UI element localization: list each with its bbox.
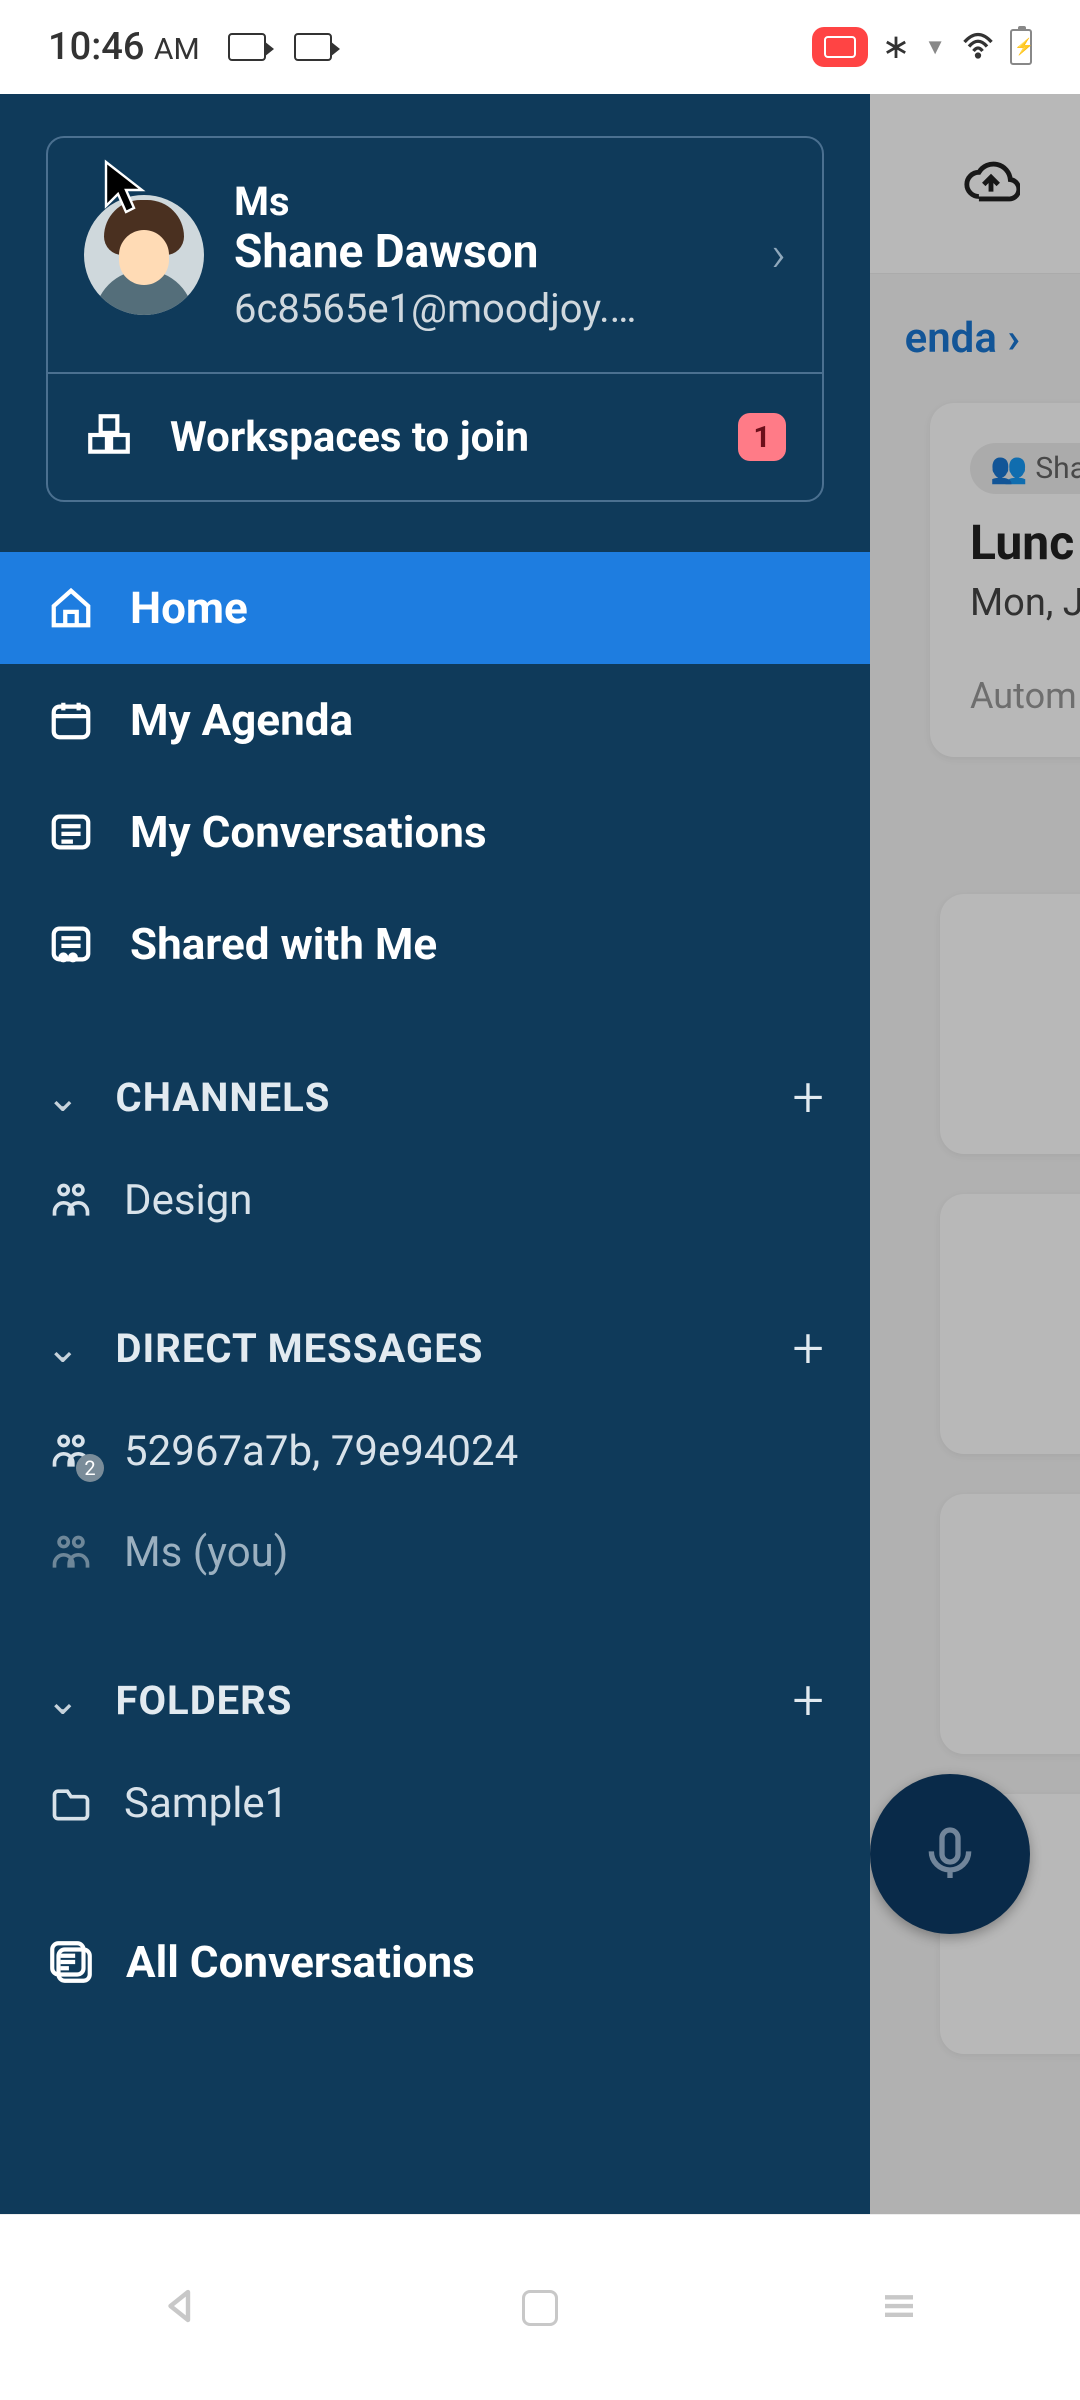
profile-block: Ms Shane Dawson 6c8565e1@moodjoy.… › Wor… xyxy=(46,136,824,502)
all-conversations-icon xyxy=(46,1937,96,1987)
nav-list: Home My Agenda My Conversations Shared w… xyxy=(0,552,870,1000)
add-channel-button[interactable]: + xyxy=(792,1064,824,1130)
home-button[interactable] xyxy=(522,2290,558,2326)
folders-header[interactable]: ⌄ FOLDERS + xyxy=(46,1647,824,1753)
nav-conversations[interactable]: My Conversations xyxy=(0,776,870,888)
profile-name: Shane Dawson xyxy=(234,225,741,279)
workspaces-label: Workspaces to join xyxy=(170,413,702,462)
channels-section: ⌄ CHANNELS + Design xyxy=(0,1044,870,1251)
folder-icon xyxy=(46,1782,96,1826)
dm-header[interactable]: ⌄ DIRECT MESSAGES + xyxy=(46,1295,824,1401)
dm-label: Ms (you) xyxy=(124,1528,288,1577)
workspaces-icon xyxy=(84,410,134,464)
nav-home-label: Home xyxy=(130,582,248,634)
conversations-icon xyxy=(46,809,96,855)
status-left: 10:46 AM xyxy=(48,25,332,69)
nav-agenda[interactable]: My Agenda xyxy=(0,664,870,776)
dm-item-0[interactable]: 2 52967a7b, 79e94024 xyxy=(46,1401,824,1502)
recent-apps-button[interactable] xyxy=(878,2285,920,2331)
status-bar: 10:46 AM ∗ ▼ xyxy=(0,0,1080,94)
dm-label: 52967a7b, 79e94024 xyxy=(124,1427,518,1476)
battery-icon xyxy=(1010,29,1032,65)
camera-icon-2 xyxy=(294,33,332,61)
chevron-down-icon: ⌄ xyxy=(46,1325,80,1372)
channels-header[interactable]: ⌄ CHANNELS + xyxy=(46,1044,824,1150)
profile-email: 6c8565e1@moodjoy.… xyxy=(234,285,741,332)
wifi-icon xyxy=(960,27,996,67)
chevron-down-icon: ⌄ xyxy=(46,1677,80,1724)
folder-label: Sample1 xyxy=(124,1779,288,1828)
navigation-drawer: Ms Shane Dawson 6c8565e1@moodjoy.… › Wor… xyxy=(0,94,870,2214)
shared-icon xyxy=(46,921,96,967)
bluetooth-icon: ∗ xyxy=(882,27,911,67)
status-time: 10:46 AM xyxy=(48,25,200,69)
system-nav-bar xyxy=(0,2214,1080,2400)
add-dm-button[interactable]: + xyxy=(792,1315,824,1381)
chevron-right-icon: › xyxy=(771,226,786,284)
nav-shared[interactable]: Shared with Me xyxy=(0,888,870,1000)
channel-label: Design xyxy=(124,1176,253,1225)
folders-section: ⌄ FOLDERS + Sample1 xyxy=(0,1647,870,1854)
dm-title: DIRECT MESSAGES xyxy=(116,1325,757,1372)
profile-info: Ms Shane Dawson 6c8565e1@moodjoy.… xyxy=(234,178,741,332)
all-conversations[interactable]: All Conversations xyxy=(0,1910,870,2014)
all-conversations-label: All Conversations xyxy=(126,1936,475,1988)
workspaces-badge: 1 xyxy=(738,413,786,461)
nav-agenda-label: My Agenda xyxy=(130,694,353,746)
dm-item-self[interactable]: Ms (you) xyxy=(46,1502,824,1603)
workspaces-button[interactable]: Workspaces to join 1 xyxy=(48,372,822,500)
dm-section: ⌄ DIRECT MESSAGES + 2 52967a7b, 79e94024… xyxy=(0,1295,870,1603)
home-icon xyxy=(46,585,96,631)
channel-item-design[interactable]: Design xyxy=(46,1150,824,1251)
time-value: 10:46 xyxy=(48,25,144,69)
camera-icon xyxy=(228,33,266,61)
people-icon xyxy=(46,1531,96,1575)
back-button[interactable] xyxy=(160,2285,202,2331)
add-folder-button[interactable]: + xyxy=(792,1667,824,1733)
profile-button[interactable]: Ms Shane Dawson 6c8565e1@moodjoy.… › xyxy=(48,138,822,372)
calendar-icon xyxy=(46,697,96,743)
dm-count-badge: 2 xyxy=(76,1454,104,1482)
screen-record-icon xyxy=(812,27,868,67)
channels-title: CHANNELS xyxy=(116,1074,757,1121)
nav-conversations-label: My Conversations xyxy=(130,806,487,858)
people-icon: 2 xyxy=(46,1430,96,1474)
status-right: ∗ ▼ xyxy=(812,27,1032,67)
nav-shared-label: Shared with Me xyxy=(130,918,437,970)
people-icon xyxy=(46,1179,96,1223)
folder-item-0[interactable]: Sample1 xyxy=(46,1753,824,1854)
nav-home[interactable]: Home xyxy=(0,552,870,664)
time-ampm: AM xyxy=(154,32,200,67)
caret-icon: ▼ xyxy=(924,34,946,60)
profile-prefix: Ms xyxy=(234,178,741,225)
folders-title: FOLDERS xyxy=(116,1677,757,1724)
avatar xyxy=(84,195,204,315)
chevron-down-icon: ⌄ xyxy=(46,1074,80,1121)
